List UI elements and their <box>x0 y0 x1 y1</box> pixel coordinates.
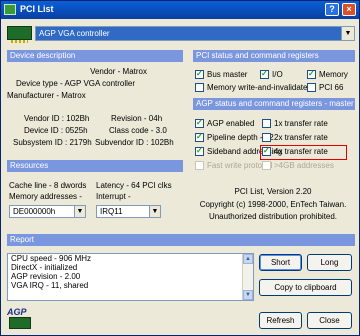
checkbox-fast-write-protocol: Fast write protocol <box>195 161 272 171</box>
cache-line: Cache line - 8 dwords <box>9 181 87 190</box>
device-description-header: Device description <box>7 50 183 62</box>
revision: Revision - 04h <box>111 114 163 123</box>
device-select-value: AGP VGA controller <box>39 29 110 38</box>
chevron-down-icon[interactable]: ▼ <box>341 27 354 40</box>
agp-logo: AGP <box>7 307 33 331</box>
close-window-button[interactable]: × <box>342 3 356 16</box>
report-list[interactable]: CPU speed - 906 MHz DirectX - initialized… <box>7 253 254 301</box>
checkbox-label: Memory <box>319 70 348 79</box>
checkbox-label: 1x transfer rate <box>274 119 328 128</box>
checkbox-2x-transfer-rate[interactable]: 2x transfer rate <box>262 133 328 143</box>
close-button[interactable]: Close <box>307 312 352 329</box>
checkmark-icon <box>195 132 204 143</box>
chevron-down-icon[interactable]: ▼ <box>74 206 85 217</box>
app-icon <box>4 4 16 15</box>
checkbox-i-o[interactable]: I/O <box>260 69 283 80</box>
agp-logo-text: AGP <box>7 307 27 317</box>
checkmark-icon <box>260 69 269 80</box>
empty-checkbox-icon <box>195 83 204 93</box>
checkmark-icon <box>195 69 204 80</box>
checkbox-1x-transfer-rate[interactable]: 1x transfer rate <box>262 119 328 129</box>
report-scrollbar[interactable]: ▲ ▼ <box>242 254 253 300</box>
latency: Latency - 64 PCI clks <box>96 181 172 190</box>
device-type-value: AGP VGA controller <box>64 79 136 88</box>
memory-addresses-label: Memory addresses - <box>9 192 82 201</box>
checkbox-label: 2x transfer rate <box>274 133 328 142</box>
distribution-notice: Unauthorized distribution prohibited. <box>208 212 338 221</box>
checkmark-icon <box>307 69 316 80</box>
short-button[interactable]: Short <box>259 254 302 271</box>
empty-checkbox-icon <box>262 161 271 171</box>
empty-checkbox-icon <box>195 161 204 171</box>
checkmark-icon <box>195 118 204 129</box>
checkbox-pci-66[interactable]: PCI 66 <box>307 83 344 93</box>
checkbox-label: PCI 66 <box>319 83 344 92</box>
chevron-down-icon[interactable]: ▼ <box>149 206 160 217</box>
checkbox-label: >4GB addresses <box>274 161 334 170</box>
checkmark-icon <box>195 146 204 157</box>
checkbox-label: AGP enabled <box>207 119 255 128</box>
report-line: AGP revision - 2.00 <box>11 272 81 281</box>
subsystem-id: Subsystem ID : 2179h <box>13 138 92 147</box>
copyright-text: Copyright (c) 1998-2000, EnTech Taiwan. <box>199 200 347 209</box>
pci-card-icon <box>7 26 32 43</box>
device-id: Device ID : 0525h <box>24 126 88 135</box>
interrupt-label: Interrupt - <box>96 192 131 201</box>
long-button[interactable]: Long <box>307 254 352 271</box>
report-line: CPU speed - 906 MHz <box>11 254 92 263</box>
subvendor-id: Subvendor ID : 102Bh <box>95 138 174 147</box>
copy-to-clipboard-button[interactable]: Copy to clipboard <box>259 279 352 296</box>
checkbox-label: Bus master <box>207 70 248 79</box>
report-line: DirectX - initialized <box>11 263 78 272</box>
pci-list-window: PCI List ? × AGP VGA controller ▼ Device… <box>0 0 360 336</box>
report-header: Report <box>7 234 355 246</box>
vendor-label: Vendor - Matrox <box>90 67 147 76</box>
version-text: PCI List, Version 2.20 <box>234 187 312 196</box>
window-title: PCI List <box>20 4 54 14</box>
checkbox-memory[interactable]: Memory <box>307 69 348 80</box>
checkbox-4gb-addresses: >4GB addresses <box>262 161 334 171</box>
pci-status-header: PCI status and command registers <box>193 50 355 62</box>
empty-checkbox-icon <box>262 133 271 143</box>
interrupt-value: IRQ11 <box>100 207 123 216</box>
memory-addresses-select[interactable]: DE000000h ▼ <box>9 205 86 218</box>
scroll-down-icon[interactable]: ▼ <box>243 290 253 300</box>
resources-header: Resources <box>7 160 183 172</box>
agp-card-icon <box>9 317 31 329</box>
help-button[interactable]: ? <box>325 3 339 16</box>
title-bar: PCI List ? × <box>1 1 359 19</box>
interrupt-select[interactable]: IRQ11 ▼ <box>96 205 161 218</box>
class-code: Class code - 3.0 <box>109 126 167 135</box>
checkbox-label: I/O <box>272 70 283 79</box>
scroll-up-icon[interactable]: ▲ <box>243 254 253 264</box>
checkbox-bus-master[interactable]: Bus master <box>195 69 248 80</box>
manufacturer-value: Matrox <box>61 91 86 100</box>
checkbox-label: Memory write-and-invalidate <box>207 83 308 92</box>
checkbox-memory-write-and-invalidate[interactable]: Memory write-and-invalidate <box>195 83 308 93</box>
manufacturer-row: Manufacturer - Matrox <box>7 91 86 100</box>
vendor-value: Matrox <box>122 67 147 76</box>
refresh-button[interactable]: Refresh <box>259 312 302 329</box>
empty-checkbox-icon <box>307 83 316 93</box>
device-select[interactable]: AGP VGA controller ▼ <box>35 26 355 41</box>
vendor-id: Vendor ID : 102Bh <box>24 114 90 123</box>
report-line: VGA IRQ - 11, shared <box>11 281 89 290</box>
memory-addresses-value: DE000000h <box>13 207 56 216</box>
checkbox-agp-enabled[interactable]: AGP enabled <box>195 118 255 129</box>
highlight-4x-transfer-rate <box>260 145 347 160</box>
agp-status-header: AGP status and command registers - maste… <box>193 98 355 110</box>
empty-checkbox-icon <box>262 119 271 129</box>
device-type-row: Device type - AGP VGA controller <box>16 79 136 88</box>
